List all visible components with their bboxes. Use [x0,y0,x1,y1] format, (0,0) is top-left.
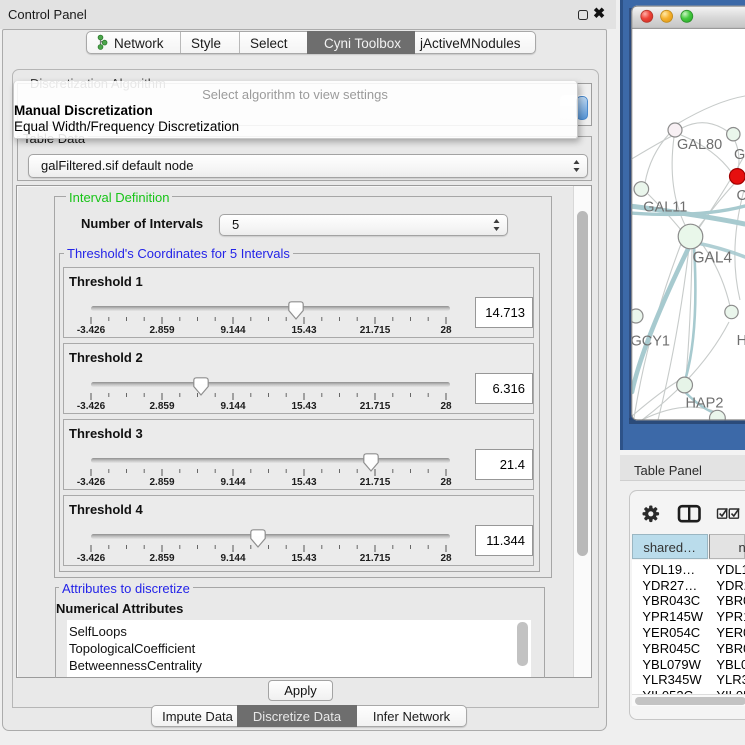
svg-text:GAL11: GAL11 [643,200,687,216]
svg-text:H: H [737,333,745,349]
svg-text:GCY1: GCY1 [631,334,671,350]
svg-text:C: C [737,188,745,204]
svg-text:GAL4: GAL4 [693,250,733,267]
svg-text:GAL80: GAL80 [677,137,722,153]
svg-text:HAP2: HAP2 [686,396,724,412]
svg-text:GA: GA [734,147,745,163]
